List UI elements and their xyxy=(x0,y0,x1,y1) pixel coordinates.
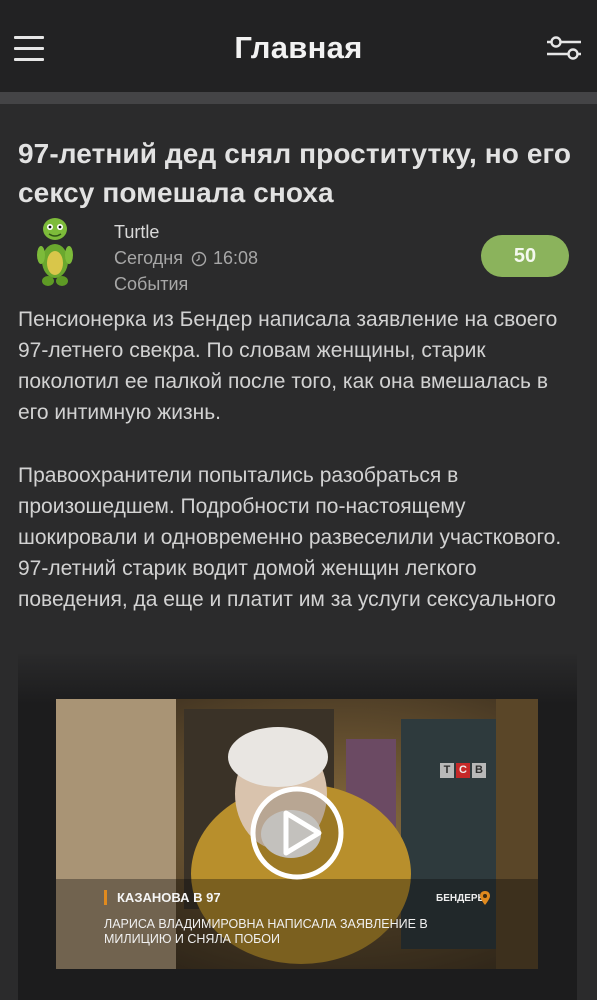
rating-badge[interactable]: 50 xyxy=(481,235,569,277)
publish-date: Сегодня 16:08 xyxy=(114,248,258,269)
sliders-settings-icon[interactable] xyxy=(545,34,583,62)
article-title: 97-летний дед снял проститутку, но его с… xyxy=(18,138,572,208)
location-pin-icon xyxy=(480,891,490,905)
play-icon[interactable] xyxy=(249,785,345,881)
article-category[interactable]: События xyxy=(114,274,188,295)
video-card: T C B КАЗАНОВА В 97 БЕНДЕРЫ ЛАРИСА ВЛАДИ… xyxy=(18,654,577,1000)
news-ticker-description: ЛАРИСА ВЛАДИМИРОВНА НАПИСАЛА ЗАЯВЛЕНИЕ В… xyxy=(104,917,428,946)
app-header: Главная xyxy=(0,0,597,92)
channel-logo: T C B xyxy=(440,763,486,778)
author-name[interactable]: Turtle xyxy=(114,222,159,243)
channel-letter: T xyxy=(440,763,454,778)
article-paragraph-1: Пенсионерка из Бендер написала заявление… xyxy=(18,308,558,424)
turtle-avatar[interactable] xyxy=(34,215,76,287)
news-ticker-title: КАЗАНОВА В 97 xyxy=(104,890,221,905)
page-title: Главная xyxy=(234,30,363,65)
channel-letter: C xyxy=(456,763,470,778)
date-label: Сегодня xyxy=(114,248,183,268)
header-divider xyxy=(0,92,597,104)
channel-letter: B xyxy=(472,763,486,778)
time-label: 16:08 xyxy=(213,248,259,268)
clock-icon xyxy=(191,251,207,266)
article-paragraph-2: Правоохранители попытались разобраться в… xyxy=(18,464,562,611)
